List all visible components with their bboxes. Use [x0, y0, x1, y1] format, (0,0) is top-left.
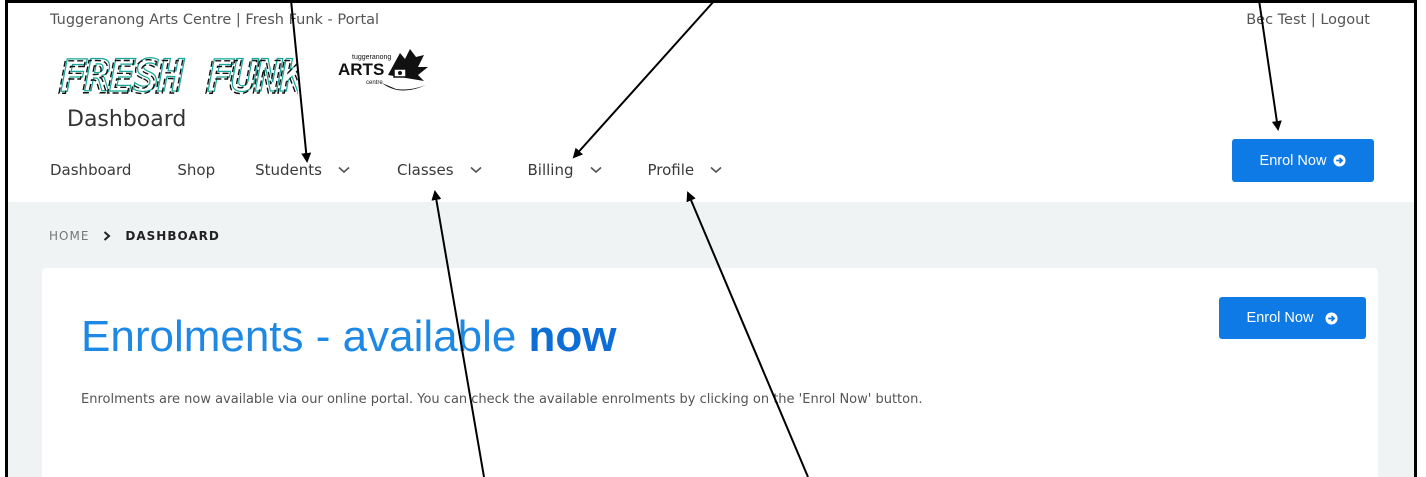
chevron-down-icon [710, 166, 722, 174]
card-title: Enrolments - available now [81, 312, 617, 362]
fresh-funk-logo[interactable]: FRESH FUNK FRESH FUNK [58, 51, 298, 99]
card-title-emphasis: now [528, 312, 617, 361]
nav-item-billing[interactable]: Billing [528, 161, 602, 179]
user-links-separator: | [1306, 12, 1321, 28]
nav-item-label: Profile [647, 161, 695, 179]
nav-item-shop[interactable]: Shop [177, 161, 215, 179]
enrolments-card: Enrol Now Enrolments - available now Enr… [42, 268, 1378, 477]
nav-item-students[interactable]: Students [255, 161, 350, 179]
nav-item-profile[interactable]: Profile [648, 161, 723, 179]
nav-item-label: Classes [397, 161, 454, 179]
arts-logo-main-text: ARTS [338, 60, 384, 79]
chevron-down-icon [469, 166, 482, 174]
enrol-now-label: Enrol Now [1259, 152, 1327, 169]
nav-item-dashboard[interactable]: Dashboard [50, 161, 131, 179]
nav-item-label: Dashboard [50, 161, 132, 179]
user-links: Bec Test | Logout [1246, 12, 1370, 28]
browser-frame: Tuggeranong Arts Centre | Fresh Funk - P… [5, 0, 1417, 477]
chevron-right-icon [104, 231, 111, 241]
fresh-funk-logo-outline: FRESH FUNK [58, 53, 298, 99]
enrol-now-button-card[interactable]: Enrol Now [1219, 297, 1366, 339]
main-nav: Dashboard Shop Students Classes Billing … [50, 161, 766, 179]
enrol-now-label: Enrol Now [1246, 310, 1314, 326]
breadcrumb-home-link[interactable]: HOME [49, 229, 89, 243]
nav-item-label: Shop [177, 161, 216, 179]
breadcrumb: HOME DASHBOARD [49, 229, 220, 243]
arrow-circle-right-icon [1333, 154, 1346, 167]
nav-item-classes[interactable]: Classes [397, 161, 482, 179]
logout-link[interactable]: Logout [1320, 12, 1370, 28]
card-title-part1: Enrolments - available [81, 312, 529, 361]
site-title: Tuggeranong Arts Centre | Fresh Funk - P… [50, 12, 380, 28]
nav-item-label: Billing [527, 161, 574, 179]
chevron-down-icon [589, 166, 602, 174]
user-name-link[interactable]: Bec Test [1246, 12, 1306, 28]
enrol-now-button-header[interactable]: Enrol Now [1232, 139, 1374, 182]
breadcrumb-current: DASHBOARD [125, 229, 220, 243]
page-heading: Dashboard [67, 107, 187, 132]
arrow-circle-right-icon [1325, 311, 1338, 325]
nav-item-label: Students [255, 161, 322, 179]
arts-centre-logo[interactable]: tuggeranong ARTS centre [330, 45, 450, 99]
arts-logo-wave [382, 83, 426, 91]
chevron-down-icon [338, 166, 350, 174]
card-description: Enrolments are now available via our onl… [81, 392, 923, 407]
arts-logo-sub-text: centre [366, 80, 383, 86]
